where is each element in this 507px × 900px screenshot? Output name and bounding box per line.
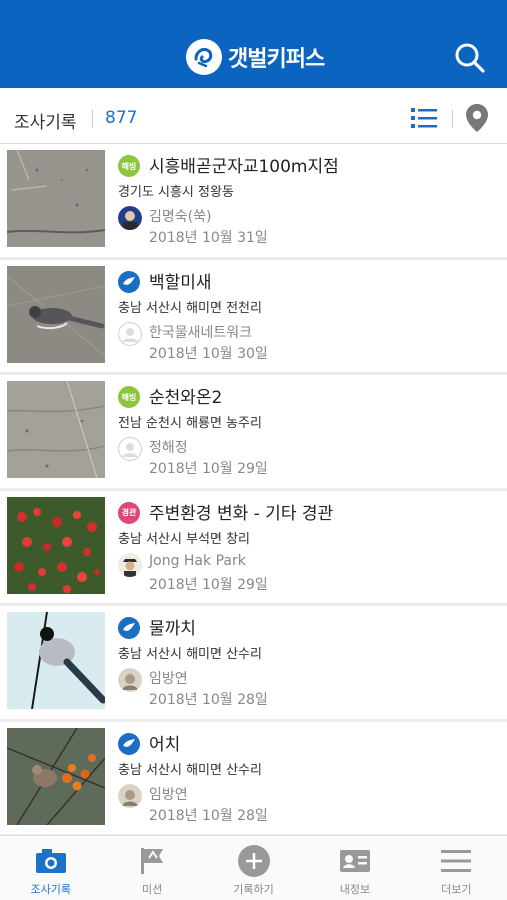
logo-mark-icon (186, 39, 222, 75)
bird-icon (118, 732, 140, 755)
record-item[interactable]: 물까치 충남 서산시 해미면 산수리 임방연 2018년 10월 28일 (0, 606, 507, 722)
record-date: 2018년 10월 29일 (149, 461, 268, 477)
divider (452, 110, 453, 128)
record-title: 물까치 (149, 619, 196, 639)
record-author: 김명숙(쑥) (149, 209, 212, 225)
search-icon[interactable] (452, 40, 488, 76)
record-photo (7, 496, 105, 594)
menu-icon (439, 845, 473, 877)
nav-label: 내정보 (339, 883, 371, 896)
bottom-navigation: 조사기록 미션 기록하기 내정보 더보기 (0, 835, 507, 900)
nav-more[interactable]: 더보기 (406, 836, 507, 900)
record-item[interactable]: 해빙 순천와온2 전남 순천시 해룡면 농주리 정해정 2018년 10월 29… (0, 375, 507, 491)
bird-icon (118, 617, 140, 639)
record-date: 2018년 10월 29일 (149, 576, 268, 593)
record-photo (7, 727, 105, 825)
record-location: 충남 서산시 부석면 창리 (118, 531, 250, 547)
record-date: 2018년 10월 31일 (149, 230, 268, 246)
bird-icon (118, 270, 140, 293)
list-icon[interactable] (410, 106, 438, 130)
record-item[interactable]: 경관 주변환경 변화 - 기타 경관 충남 서산시 부석면 창리 Jong Ha… (0, 490, 507, 606)
record-list: 해빙 시흥배곧군자교100m지점 경기도 시흥시 정왕동 김명숙(쑥) 2018… (0, 144, 507, 837)
nav-label: 미션 (141, 883, 163, 896)
record-location: 경기도 시흥시 정왕동 (118, 185, 234, 200)
record-list-title: 조사기록 (14, 113, 77, 133)
divider (92, 110, 93, 128)
app-logo: 갯벌키퍼스 (186, 38, 325, 76)
record-item[interactable]: 해빙 시흥배곧군자교100m지점 경기도 시흥시 정왕동 김명숙(쑥) 2018… (0, 144, 507, 260)
record-photo (7, 150, 105, 247)
category-badge: 해빙 (118, 155, 140, 177)
id-card-icon (338, 845, 372, 877)
record-photo (7, 265, 105, 363)
record-photo (7, 612, 105, 709)
record-location: 충남 서산시 해미면 산수리 (118, 762, 262, 778)
record-title: 시흥배곧군자교100m지점 (149, 157, 339, 177)
record-item[interactable]: 백할미새 충남 서산시 해미면 전천리 한국물새네트워크 2018년 10월 3… (0, 259, 507, 375)
record-location: 충남 서산시 해미면 산수리 (118, 647, 262, 662)
record-title: 주변환경 변화 - 기타 경관 (149, 503, 334, 524)
nav-label: 더보기 (441, 883, 472, 896)
record-date: 2018년 10월 30일 (149, 345, 268, 362)
record-list-header: 조사기록 877 (0, 88, 507, 144)
map-pin-icon[interactable] (465, 103, 489, 133)
nav-label: 기록하기 (233, 883, 274, 896)
record-title: 백할미새 (149, 272, 212, 293)
avatar-placeholder-icon (118, 321, 142, 346)
plus-icon (237, 845, 271, 877)
avatar (118, 552, 142, 577)
avatar (118, 668, 142, 692)
record-author: 임방연 (149, 671, 188, 687)
record-author: 임방연 (149, 786, 188, 803)
nav-records[interactable]: 조사기록 (0, 836, 101, 900)
record-item[interactable]: 어치 충남 서산시 해미면 산수리 임방연 2018년 10월 28일 (0, 721, 507, 837)
record-author: Jong Hak Park (149, 552, 246, 569)
record-author: 한국물새네트워크 (149, 324, 253, 341)
app-title: 갯벌키퍼스 (228, 47, 325, 72)
record-author: 정해정 (149, 440, 188, 456)
avatar (118, 206, 142, 230)
record-date: 2018년 10월 28일 (149, 692, 268, 708)
record-title: 어치 (149, 734, 181, 755)
app-header: 갯벌키퍼스 (0, 0, 507, 88)
avatar-placeholder-icon (118, 437, 142, 461)
camera-icon (34, 845, 68, 877)
flag-icon (135, 845, 169, 877)
record-location: 충남 서산시 해미면 전천리 (118, 300, 262, 316)
avatar (118, 783, 142, 808)
nav-my-info[interactable]: 내정보 (304, 836, 405, 900)
category-badge: 해빙 (118, 386, 140, 408)
category-badge: 경관 (118, 501, 140, 524)
nav-mission[interactable]: 미션 (101, 836, 202, 900)
record-photo (7, 381, 105, 478)
nav-label: 조사기록 (30, 883, 71, 896)
nav-record-add[interactable]: 기록하기 (203, 836, 304, 900)
record-title: 순천와온2 (149, 388, 223, 408)
record-date: 2018년 10월 28일 (149, 807, 268, 824)
record-location: 전남 순천시 해룡면 농주리 (118, 416, 262, 431)
record-count: 877 (105, 108, 138, 128)
